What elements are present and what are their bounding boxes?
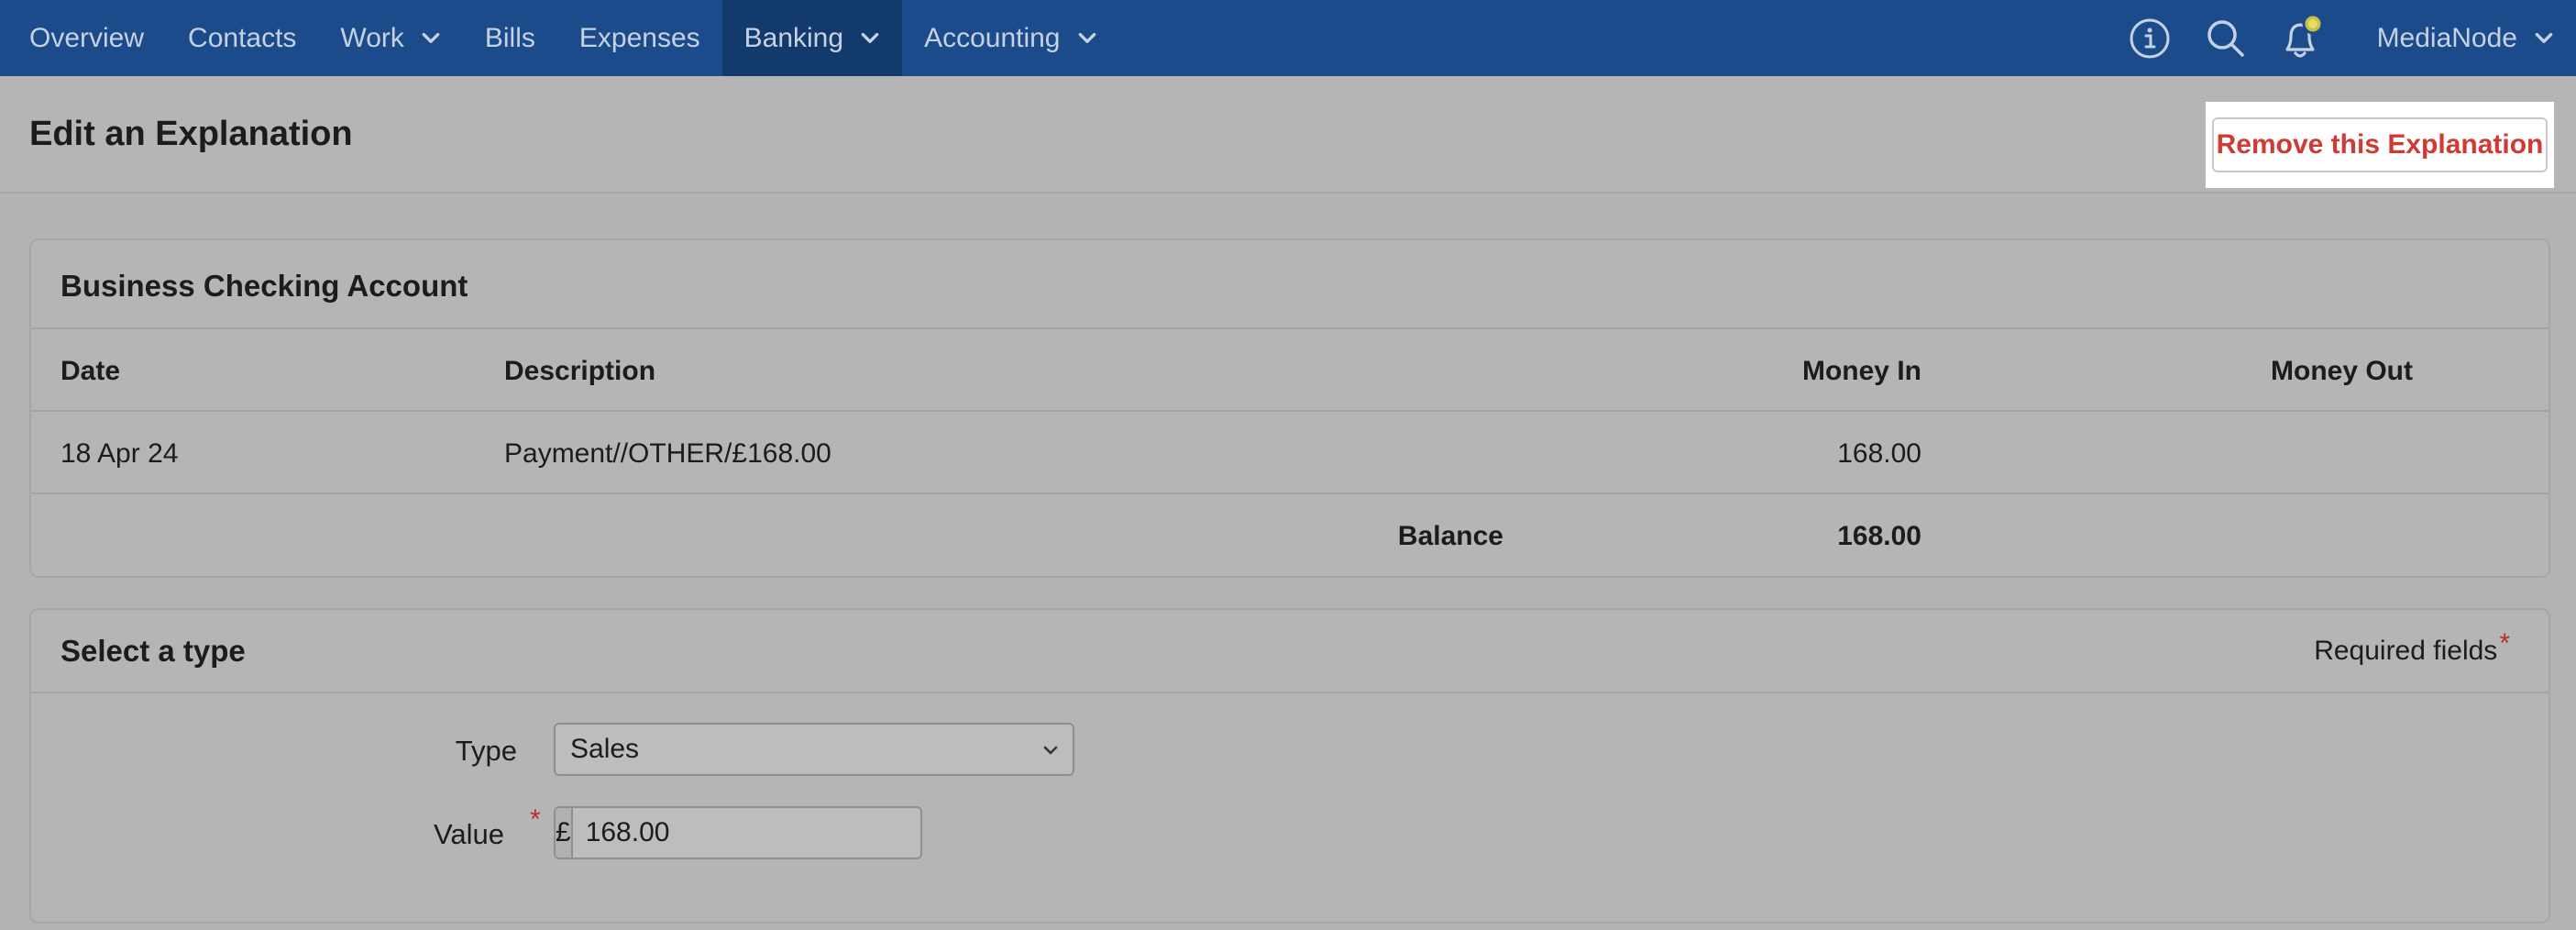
nav-right: MediaNode: [2112, 0, 2576, 76]
balance-value: 168.00: [1837, 521, 1921, 551]
search-icon: [2207, 19, 2244, 57]
nav-item-label: Overview: [29, 22, 145, 53]
type-label: Type: [455, 735, 517, 767]
column-header-date: Date: [61, 356, 121, 386]
user-name: MediaNode: [2376, 22, 2517, 53]
column-header-money-in: Money In: [1801, 356, 1921, 386]
nav-item-label: Accounting: [924, 22, 1061, 53]
chevron-down-icon: [422, 32, 440, 43]
value-label: Value: [434, 818, 504, 850]
value-input-group: £: [554, 806, 922, 859]
page-header: Edit an Explanation Remove this Explanat…: [0, 76, 2576, 194]
row-description: Payment//OTHER/£168.00: [504, 438, 831, 469]
type-select-value: Sales: [570, 734, 640, 764]
bell-icon: [2285, 13, 2324, 58]
value-input[interactable]: [572, 808, 920, 858]
column-header-money-out: Money Out: [2271, 356, 2413, 386]
currency-prefix: £: [556, 808, 573, 858]
divider: [31, 327, 2548, 329]
divider: [31, 692, 2548, 693]
chevron-down-icon: [2535, 32, 2553, 43]
chevron-down-icon: [861, 32, 879, 43]
info-button[interactable]: [2112, 0, 2188, 76]
row-money-in: 168.00: [1837, 438, 1921, 469]
user-menu[interactable]: MediaNode: [2340, 0, 2576, 76]
divider: [31, 410, 2548, 412]
nav-item-overview[interactable]: Overview: [0, 0, 166, 76]
nav-item-accounting[interactable]: Accounting: [902, 0, 1118, 76]
nav-item-bills[interactable]: Bills: [463, 0, 557, 76]
page-title: Edit an Explanation: [29, 115, 353, 153]
type-select[interactable]: Sales: [554, 723, 1074, 776]
column-header-description: Description: [504, 356, 656, 386]
required-star: *: [2499, 628, 2510, 659]
search-button[interactable]: [2188, 0, 2264, 76]
info-icon: [2130, 18, 2170, 58]
nav-item-label: Banking: [743, 22, 844, 53]
nav-item-expenses[interactable]: Expenses: [557, 0, 722, 76]
value-required-star: *: [530, 804, 541, 835]
remove-button-highlight: Remove this Explanation: [2206, 102, 2554, 188]
nav-item-label: Expenses: [578, 22, 700, 53]
required-fields-label: Required fields: [2314, 636, 2498, 666]
nav-item-label: Bills: [484, 22, 535, 53]
nav-item-work[interactable]: Work: [318, 0, 462, 76]
nav-item-banking[interactable]: Banking: [721, 0, 903, 76]
type-panel-title: Select a type: [61, 634, 246, 668]
chevron-down-icon: [1078, 32, 1095, 43]
remove-explanation-button[interactable]: Remove this Explanation: [2212, 117, 2548, 172]
balance-label: Balance: [1397, 521, 1503, 551]
row-date: 18 Apr 24: [61, 438, 179, 469]
nav-item-contacts[interactable]: Contacts: [166, 0, 318, 76]
divider: [31, 493, 2548, 494]
nav-item-label: Contacts: [188, 22, 297, 53]
account-title: Business Checking Account: [61, 269, 468, 303]
notifications-button[interactable]: [2264, 0, 2340, 76]
account-panel: Business Checking Account Date Descripti…: [29, 238, 2550, 578]
top-nav: Overview Contacts Work Bills Expenses Ba…: [0, 0, 2576, 76]
chevron-down-icon: [1043, 746, 1058, 755]
type-panel: Select a type Required fields* Type Sale…: [29, 608, 2550, 924]
nav-item-label: Work: [340, 22, 404, 53]
required-fields-note: Required fields*: [2314, 628, 2510, 667]
